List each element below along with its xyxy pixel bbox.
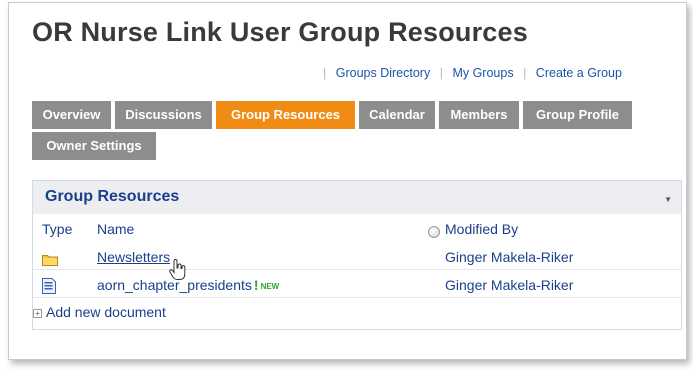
- folder-icon: [42, 255, 58, 266]
- expand-icon[interactable]: +: [33, 309, 42, 318]
- panel-menu-icon[interactable]: ▼: [664, 195, 672, 204]
- my-groups-link[interactable]: My Groups: [452, 66, 513, 80]
- add-new-document-link[interactable]: Add new document: [46, 304, 166, 320]
- modified-by-aorn-chapter-presidents: Ginger Makela-Riker: [445, 277, 574, 293]
- tab-group-resources[interactable]: Group Resources: [216, 101, 355, 129]
- panel-title: Group Resources: [45, 188, 180, 205]
- new-badge: NEW: [260, 282, 280, 291]
- page-title: OR Nurse Link User Group Resources: [32, 17, 528, 47]
- top-links-bar: | Groups Directory | My Groups | Create …: [323, 66, 622, 80]
- row-divider: [33, 297, 681, 298]
- panel-header: Group Resources ▼: [33, 181, 681, 214]
- aorn-chapter-presidents-link[interactable]: aorn_chapter_presidents: [97, 277, 252, 293]
- tab-members[interactable]: Members: [439, 101, 519, 129]
- groups-directory-link[interactable]: Groups Directory: [336, 66, 430, 80]
- row-divider: [33, 269, 681, 270]
- page-frame: OR Nurse Link User Group Resources | Gro…: [8, 2, 687, 360]
- list-item-newsletters[interactable]: Newsletters: [97, 249, 170, 265]
- group-resources-panel: Group Resources ▼ Type Name Modified By …: [32, 180, 682, 330]
- column-header-type[interactable]: Type: [42, 221, 72, 237]
- create-group-link[interactable]: Create a Group: [536, 66, 622, 80]
- column-header-modified-by[interactable]: Modified By: [445, 221, 518, 237]
- tab-group-profile[interactable]: Group Profile: [523, 101, 632, 129]
- tab-calendar[interactable]: Calendar: [359, 101, 435, 129]
- column-header-name[interactable]: Name: [97, 221, 134, 237]
- list-item-aorn-chapter-presidents[interactable]: aorn_chapter_presidents! NEW: [97, 277, 279, 293]
- modified-by-newsletters: Ginger Makela-Riker: [445, 249, 574, 265]
- tab-discussions[interactable]: Discussions: [115, 101, 212, 129]
- new-badge-icon: !: [253, 277, 259, 293]
- sort-radio-icon[interactable]: [428, 226, 440, 238]
- newsletters-link[interactable]: Newsletters: [97, 249, 170, 265]
- document-icon: [42, 278, 56, 294]
- tab-overview[interactable]: Overview: [32, 101, 111, 129]
- tab-owner-settings[interactable]: Owner Settings: [32, 132, 156, 160]
